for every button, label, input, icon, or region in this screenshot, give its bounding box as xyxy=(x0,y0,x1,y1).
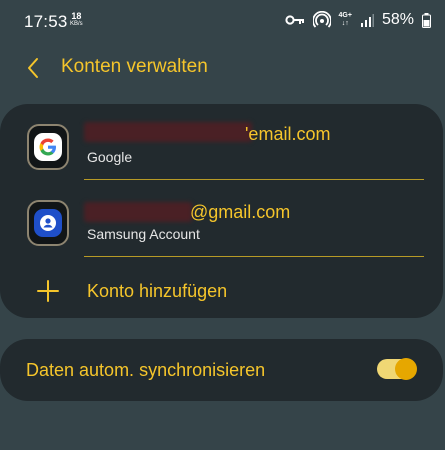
speed-value: 18 xyxy=(71,11,82,21)
divider xyxy=(84,179,424,180)
auto-sync-label: Daten autom. synchronisieren xyxy=(26,360,266,380)
hotspot-icon xyxy=(312,11,331,28)
status-icons: 4G+ ↓↑ 58% xyxy=(284,11,431,29)
redacted-email-part xyxy=(84,122,252,142)
accounts-card: 'email.com Google @gmail.com Samsung Acc… xyxy=(0,104,443,318)
speed-unit: KB/s xyxy=(70,21,83,27)
chevron-left-icon xyxy=(28,58,38,78)
google-icon xyxy=(39,138,56,156)
network-type-label: 4G+ xyxy=(338,12,352,19)
account-email: @gmail.com xyxy=(190,202,291,222)
page-title: Konten verwalten xyxy=(61,56,208,77)
redacted-email-part xyxy=(84,202,192,222)
account-item-samsung[interactable]: @gmail.com Samsung Account xyxy=(0,190,443,266)
status-time: 17:53 xyxy=(24,12,68,31)
status-bar: 17:53 18 KB/s 4G+ ↓↑ 58% xyxy=(0,0,445,42)
google-account-avatar xyxy=(27,124,69,170)
samsung-account-avatar xyxy=(27,200,69,246)
signal-icon xyxy=(360,14,374,27)
back-button[interactable] xyxy=(18,53,48,83)
battery-percent: 58% xyxy=(381,11,414,28)
account-provider: Google xyxy=(87,149,133,165)
divider xyxy=(84,256,424,257)
add-account-button[interactable]: Konto hinzufügen xyxy=(0,264,443,314)
battery-icon xyxy=(422,12,431,28)
network-type: 4G+ ↓↑ xyxy=(339,12,352,28)
plus-icon xyxy=(37,280,59,302)
auto-sync-row[interactable]: Daten autom. synchronisieren xyxy=(0,339,443,401)
account-email: 'email.com xyxy=(245,124,331,144)
samsung-account-icon xyxy=(40,215,56,231)
auto-sync-toggle[interactable] xyxy=(377,358,417,380)
network-speed: 18 KB/s xyxy=(70,12,83,28)
app-bar: Konten verwalten xyxy=(0,48,445,88)
account-provider: Samsung Account xyxy=(87,226,200,242)
add-account-label: Konto hinzufügen xyxy=(87,281,228,301)
vpn-key-icon xyxy=(284,15,304,25)
data-arrows-icon: ↓↑ xyxy=(341,20,349,27)
toggle-knob xyxy=(395,358,417,380)
